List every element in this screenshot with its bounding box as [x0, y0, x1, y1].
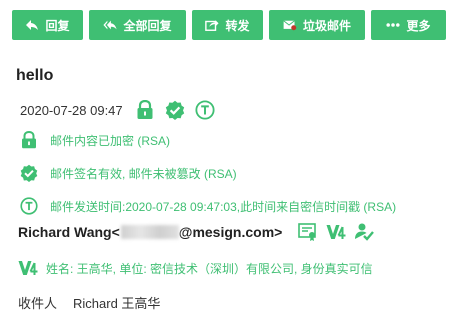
- more-label: 更多: [406, 18, 431, 33]
- reply-all-label: 全部回复: [123, 18, 172, 33]
- identity-info: 姓名: 王高华, 单位: 密信技术（深圳）有限公司, 身份真实可信: [12, 258, 455, 278]
- mail-date: 2020-07-28 09:47: [20, 102, 123, 118]
- reply-icon: [25, 18, 39, 32]
- sender-line: Richard Wang < @mesign.com>: [12, 220, 455, 244]
- mail-view: 回复 全部回复 转发 垃圾邮件 更多 hello 2020-07-28 09:4…: [0, 0, 467, 330]
- mail-meta: 2020-07-28 09:47: [12, 98, 455, 122]
- reply-button[interactable]: 回复: [12, 10, 83, 40]
- v4-verified-icon: [18, 259, 38, 277]
- spam-mail-icon: [283, 18, 297, 32]
- encryption-status-text: 邮件内容已加密 (RSA): [50, 133, 171, 148]
- signature-status: 邮件签名有效, 邮件未被篡改 (RSA): [20, 163, 455, 183]
- reply-label: 回复: [45, 18, 70, 33]
- spam-button[interactable]: 垃圾邮件: [269, 10, 365, 40]
- forward-label: 转发: [225, 18, 250, 33]
- timestamp-icon: [20, 197, 38, 215]
- identity-verified-icon[interactable]: [354, 222, 375, 242]
- recipients-line: 收件人 Richard 王高华: [12, 292, 455, 312]
- sender-cert-icons: [298, 222, 375, 242]
- forward-icon: [205, 18, 220, 32]
- mail-toolbar: 回复 全部回复 转发 垃圾邮件 更多: [12, 10, 455, 40]
- sender-open-bracket: <: [111, 224, 120, 240]
- sender-email-domain: @mesign.com>: [178, 224, 283, 240]
- timestamp-status: 邮件发送时间:2020-07-28 09:47:03,此时间来自密信时间戳 (R…: [20, 196, 455, 216]
- signature-status-text: 邮件签名有效, 邮件未被篡改 (RSA): [50, 166, 237, 181]
- forward-button[interactable]: 转发: [192, 10, 263, 40]
- more-dots-icon: [386, 18, 401, 32]
- certificate-icon[interactable]: [298, 222, 318, 242]
- encryption-status: 邮件内容已加密 (RSA): [20, 130, 455, 150]
- verified-signature-icon: [20, 164, 38, 182]
- lock-icon: [20, 131, 38, 149]
- lock-icon[interactable]: [135, 100, 155, 120]
- reply-all-button[interactable]: 全部回复: [89, 10, 186, 40]
- security-status-list: 邮件内容已加密 (RSA) 邮件签名有效, 邮件未被篡改 (RSA) 邮件发送时…: [12, 130, 455, 216]
- reply-all-icon: [103, 18, 118, 32]
- recipient-name[interactable]: Richard 王高华: [73, 293, 160, 312]
- sender-email-local-redacted: [120, 225, 179, 239]
- verified-signature-icon[interactable]: [165, 100, 185, 120]
- more-button[interactable]: 更多: [371, 10, 446, 40]
- recipients-label: 收件人: [18, 295, 58, 311]
- sender-name: Richard Wang: [18, 224, 112, 240]
- mail-subject: hello: [16, 67, 54, 84]
- spam-label: 垃圾邮件: [302, 18, 351, 33]
- timestamp-icon[interactable]: [195, 100, 215, 120]
- timestamp-status-text: 邮件发送时间:2020-07-28 09:47:03,此时间来自密信时间戳 (R…: [50, 199, 397, 214]
- v4-verified-icon[interactable]: [326, 222, 346, 242]
- identity-text: 姓名: 王高华, 单位: 密信技术（深圳）有限公司, 身份真实可信: [46, 261, 373, 276]
